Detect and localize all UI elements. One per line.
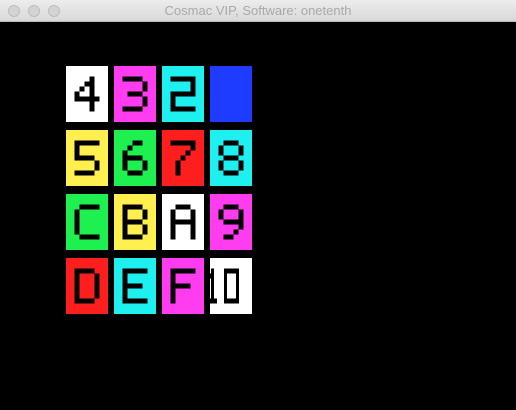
hex-tile: E <box>114 258 156 314</box>
hex-tile: 6 <box>114 130 156 186</box>
tile-glyph <box>170 204 196 240</box>
tile-glyph <box>170 268 196 304</box>
tile-glyph <box>74 204 100 240</box>
tile-glyph <box>170 76 196 112</box>
hex-tile: 9 <box>210 194 252 250</box>
hex-tile: 8 <box>210 130 252 186</box>
hex-tile: A <box>162 194 204 250</box>
hex-tile: 10 <box>210 258 252 314</box>
tile-glyph <box>122 268 148 304</box>
tile-glyph <box>170 140 196 176</box>
tile-glyph <box>218 140 244 176</box>
tile-glyph <box>210 268 239 304</box>
tile-glyph <box>122 140 148 176</box>
tile-glyph <box>122 204 148 240</box>
hex-tile: 4 <box>66 66 108 122</box>
hex-tile: 2 <box>162 66 204 122</box>
tile-glyph <box>74 76 100 112</box>
hex-tile <box>210 66 252 122</box>
hex-tile: 3 <box>114 66 156 122</box>
hex-tile: C <box>66 194 108 250</box>
emulator-window: Cosmac VIP, Software: onetenth 4325678 CB… <box>0 0 516 410</box>
tile-glyph <box>210 66 252 122</box>
title-bar[interactable]: Cosmac VIP, Software: onetenth <box>0 0 516 22</box>
hex-tile: 5 <box>66 130 108 186</box>
emulator-screen[interactable]: 4325678 CBA9 DEF10 <box>0 22 516 410</box>
window-title: Cosmac VIP, Software: onetenth <box>164 3 352 18</box>
hex-tile: D <box>66 258 108 314</box>
hex-tile: F <box>162 258 204 314</box>
hex-tile: B <box>114 194 156 250</box>
tile-glyph <box>218 204 244 240</box>
tile-glyph <box>122 76 148 112</box>
tile-glyph <box>74 268 100 304</box>
hex-tile: 7 <box>162 130 204 186</box>
tile-glyph <box>74 140 100 176</box>
